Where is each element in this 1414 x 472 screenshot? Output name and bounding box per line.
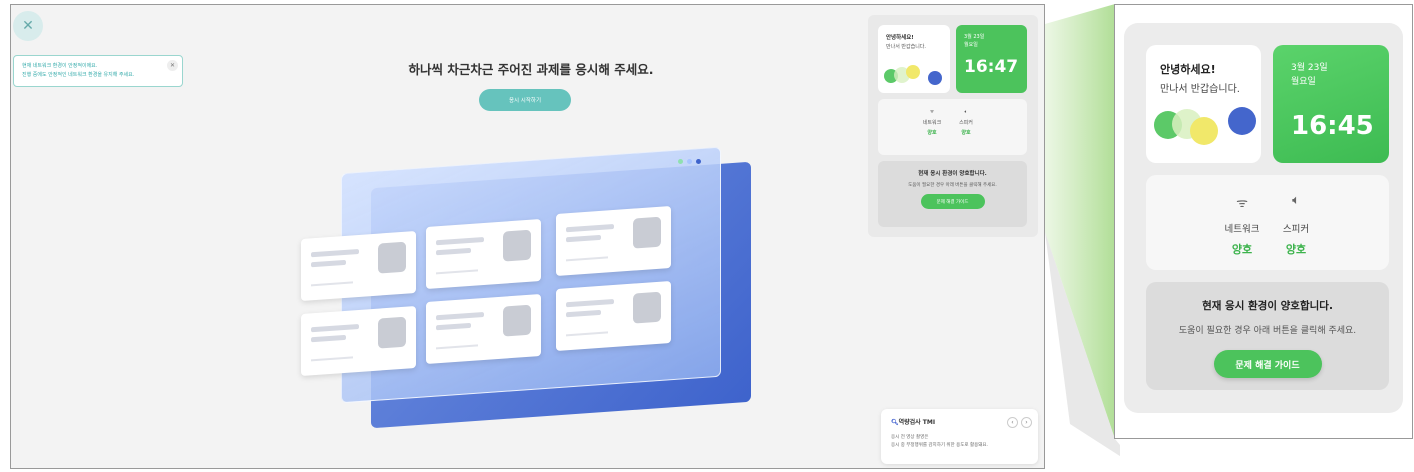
status-panel-small: 안녕하세요! 만나서 반갑습니다. 3월 23일 월요일 16:47 ᯤ 네트워… xyxy=(868,15,1038,237)
time-label: 16:47 xyxy=(964,57,1019,77)
speaker-icon: 🔈︎ xyxy=(964,109,968,115)
time-label-large: 16:45 xyxy=(1291,111,1374,141)
speaker-status-large: 🔈︎ 스피커 양호 xyxy=(1266,193,1326,257)
task-card xyxy=(301,305,416,377)
page-title: 하나씩 차근차근 주어진 과제를 응시해 주세요. xyxy=(408,62,654,77)
decorative-balls xyxy=(884,65,948,87)
task-card xyxy=(556,205,671,277)
task-illustration xyxy=(286,146,756,429)
speaker-label: 스피커 xyxy=(959,120,973,126)
network-label-large: 네트워크 xyxy=(1224,224,1260,235)
chevron-left-icon[interactable]: ‹ xyxy=(1007,417,1018,428)
environment-title: 현재 응시 환경이 양호합니다. xyxy=(918,171,987,177)
window-dot xyxy=(696,159,701,164)
status-panel-large: 안녕하세요! 만나서 반갑습니다. 3월 23일 월요일 16:45 ᯤ 네트워… xyxy=(1124,23,1403,413)
notice-line-2: 진행 중에도 안정적인 네트워크 환경을 유지해 주세요. xyxy=(22,72,135,78)
speaker-label-large: 스피커 xyxy=(1282,224,1310,235)
troubleshoot-guide-button-large[interactable]: 문제 해결 가이드 xyxy=(1213,350,1322,378)
exam-main-screen: ✕ 현재 네트워크 환경이 안정적이에요. 진행 중에도 안정적인 네트워크 환… xyxy=(10,4,1045,469)
window-dot xyxy=(687,159,692,164)
wifi-icon: ᯤ xyxy=(1236,196,1248,211)
tmi-line-2: 응시 중 부정행위를 감지하기 위한 용도로 활용돼요. xyxy=(891,443,988,448)
notice-close-icon[interactable]: ✕ xyxy=(167,60,178,71)
network-value-large: 양호 xyxy=(1231,243,1253,256)
zoom-connector xyxy=(1045,4,1120,457)
device-status-card: ᯤ 네트워크 양호 🔈︎ 스피커 양호 xyxy=(878,99,1027,155)
environment-title-large: 현재 응시 환경이 양호합니다. xyxy=(1202,300,1333,312)
weekday-label-large: 월요일 xyxy=(1291,77,1316,87)
task-card xyxy=(426,218,541,290)
network-notice: 현재 네트워크 환경이 안정적이에요. 진행 중에도 안정적인 네트워크 환경을… xyxy=(13,55,183,87)
greeting-card: 안녕하세요! 만나서 반갑습니다. xyxy=(878,25,950,93)
window-dot xyxy=(678,159,683,164)
weekday-label: 월요일 xyxy=(964,42,978,48)
environment-desc-large: 도움이 필요한 경우 아래 버튼을 클릭해 주세요. xyxy=(1178,326,1357,336)
tmi-card: 🔍︎역량검사 TMI 응시 전 영상 촬영은 응시 중 부정행위를 감지하기 위… xyxy=(881,409,1038,464)
search-icon: 🔍︎ xyxy=(891,419,899,426)
speaker-status: 🔈︎ 스피커 양호 xyxy=(946,109,986,136)
speaker-value: 양호 xyxy=(961,130,971,136)
greeting-title: 안녕하세요! xyxy=(886,35,914,41)
clock-card-large: 3월 23일 월요일 16:45 xyxy=(1273,45,1389,163)
tmi-body: 응시 전 영상 촬영은 응시 중 부정행위를 감지하기 위한 용도로 활용돼요. xyxy=(891,434,1028,450)
task-card xyxy=(301,230,416,302)
speaker-value-large: 양호 xyxy=(1285,243,1307,256)
close-icon[interactable]: ✕ xyxy=(13,11,43,41)
window-dots xyxy=(678,159,701,164)
status-panel-zoom: 안녕하세요! 만나서 반갑습니다. 3월 23일 월요일 16:45 ᯤ 네트워… xyxy=(1114,4,1413,439)
speaker-icon: 🔈︎ xyxy=(1292,193,1300,208)
clock-card: 3월 23일 월요일 16:47 xyxy=(956,25,1027,93)
task-card xyxy=(556,280,671,352)
environment-card-large: 현재 응시 환경이 양호합니다. 도움이 필요한 경우 아래 버튼을 클릭해 주… xyxy=(1146,282,1389,390)
greeting-title-large: 안녕하세요! xyxy=(1160,63,1216,76)
network-status-large: ᯤ 네트워크 양호 xyxy=(1212,193,1272,257)
tmi-title-text: 역량검사 TMI xyxy=(898,419,936,426)
device-status-card-large: ᯤ 네트워크 양호 🔈︎ 스피커 양호 xyxy=(1146,175,1389,270)
date-label-large: 3월 23일 xyxy=(1291,63,1328,73)
start-exam-button[interactable]: 응시 시작하기 xyxy=(479,89,571,111)
troubleshoot-guide-button[interactable]: 문제 해결 가이드 xyxy=(920,194,985,209)
stage: ✕ 현재 네트워크 환경이 안정적이에요. 진행 중에도 안정적인 네트워크 환… xyxy=(0,0,1414,472)
notice-line-1: 현재 네트워크 환경이 안정적이에요. xyxy=(22,63,98,69)
tmi-nav: ‹ › xyxy=(1007,417,1032,428)
date-label: 3월 23일 xyxy=(964,34,985,40)
task-card xyxy=(426,293,541,365)
tmi-line-1: 응시 전 영상 촬영은 xyxy=(891,435,929,440)
environment-card: 현재 응시 환경이 양호합니다. 도움이 필요한 경우 아래 버튼을 클릭해 주… xyxy=(878,161,1027,227)
decorative-balls-large xyxy=(1154,107,1258,147)
greeting-card-large: 안녕하세요! 만나서 반갑습니다. xyxy=(1146,45,1261,163)
greeting-subtitle: 만나서 반갑습니다. xyxy=(886,44,926,50)
greeting-subtitle-large: 만나서 반갑습니다. xyxy=(1160,84,1240,95)
environment-desc: 도움이 필요한 경우 아래 버튼을 클릭해 주세요. xyxy=(908,183,997,188)
chevron-right-icon[interactable]: › xyxy=(1021,417,1032,428)
